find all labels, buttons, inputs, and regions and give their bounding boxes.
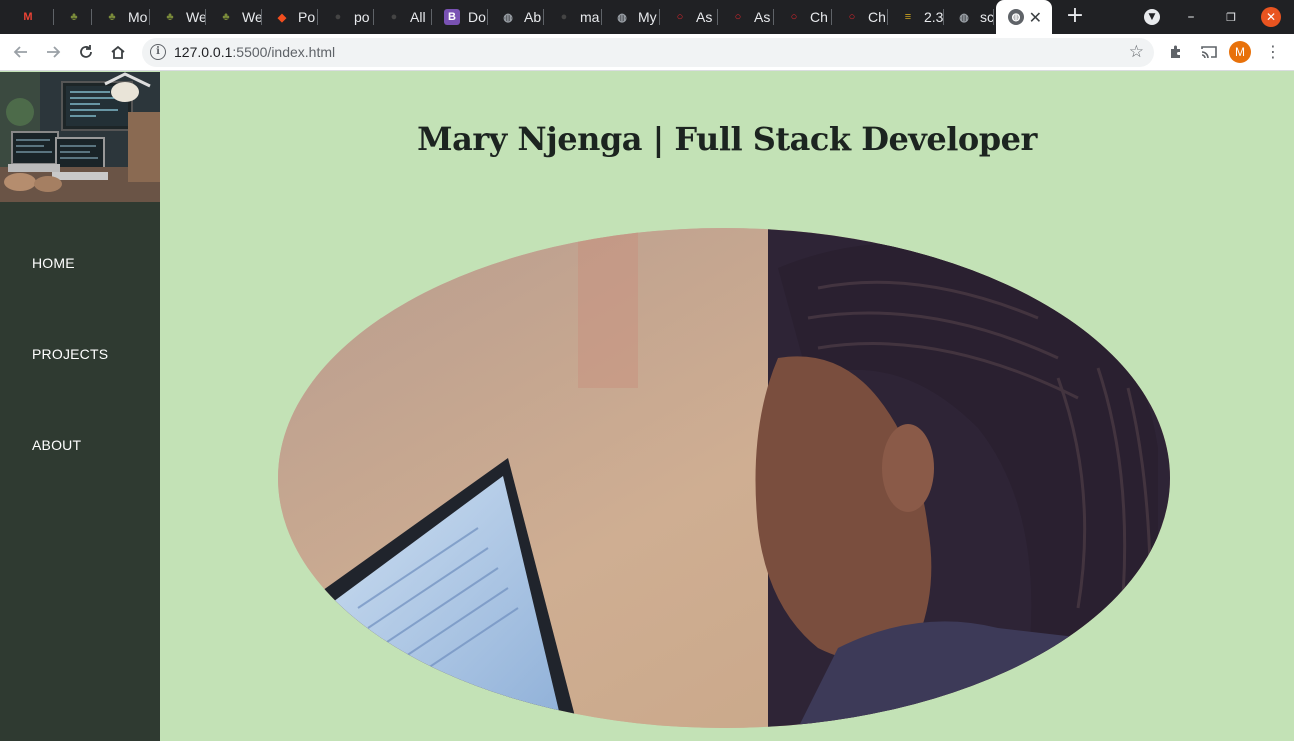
browser-tab[interactable]: ≡ 2.3 [888,0,944,34]
profile-avatar[interactable]: M [1229,41,1251,63]
browser-tab[interactable]: ● All [374,0,432,34]
browser-tab[interactable]: ◍ scr [944,0,994,34]
url-host: 127.0.0.1 [174,44,233,60]
browser-tab[interactable]: ○ As [660,0,718,34]
ring-icon: ○ [734,11,742,23]
globe-icon: ◍ [959,11,969,24]
tab-title: Mo [128,9,148,25]
tab-title: Do [468,9,486,25]
ring-icon: ○ [676,11,684,23]
restore-button[interactable]: ❐ [1220,0,1242,34]
tab-search-button[interactable]: ▼ [1140,0,1164,34]
web-page: HOME PROJECTS ABOUT Mary Njenga | Full S… [0,72,1294,741]
browser-tab[interactable]: M [8,0,54,34]
tab-title: All [410,9,426,25]
gmail-icon: M [23,11,33,23]
forward-button[interactable] [40,39,66,65]
cast-icon [1201,46,1217,59]
tab-title: Ab [524,9,542,25]
tree-icon: ♣ [222,11,230,23]
tab-separator [993,9,994,25]
minimize-button[interactable]: – [1180,0,1202,34]
menu-button[interactable]: ⋮ [1260,39,1286,65]
nav-home[interactable]: HOME [32,255,75,271]
globe-icon: ◍ [617,11,627,24]
puzzle-icon [1171,45,1180,58]
stripes-icon: ≡ [904,11,912,23]
nav-about[interactable]: ABOUT [32,437,81,453]
url-text[interactable]: 127.0.0.1:5500/index.html [174,44,335,60]
tab-title: As [696,9,713,25]
page-title: Mary Njenga | Full Stack Developer [417,120,1037,158]
nav-projects[interactable]: PROJECTS [32,346,108,362]
browser-tab[interactable]: ◆ Po [262,0,318,34]
browser-toolbar: i 127.0.0.1:5500/index.html ☆ M ⋮ [0,34,1294,71]
globe-icon: ◍ [503,11,513,24]
globe-icon: ◍ [1008,9,1024,25]
tab-title: Po [298,9,316,25]
browser-tab[interactable]: ♣ We [150,0,206,34]
tab-title: My [638,9,657,25]
tree-icon: ♣ [166,11,174,23]
home-button[interactable] [105,39,131,65]
close-window-button[interactable]: ✕ [1260,0,1282,34]
profile-photo [278,228,1170,728]
tab-title: We [186,9,206,25]
tab-title: As [754,9,771,25]
active-tab[interactable]: ◍ ✕ [996,0,1052,34]
tab-title: scr [980,9,994,25]
browser-tab[interactable]: ♣ We [206,0,262,34]
browser-tab[interactable]: ● ma [544,0,602,34]
browser-tab[interactable]: ○ Ch [774,0,832,34]
github-icon: ● [560,11,568,23]
chevron-down-icon: ▼ [1144,9,1160,25]
bookmark-star-icon[interactable]: ☆ [1129,42,1144,62]
tab-title: po [354,9,370,25]
browser-tab[interactable]: ○ Ch [832,0,888,34]
cast-button[interactable] [1196,39,1222,65]
url-path: :5500/index.html [232,44,336,60]
forward-arrow-icon [47,46,61,58]
browser-tab[interactable]: ● po [318,0,374,34]
info-icon[interactable]: i [150,44,166,60]
home-icon [111,45,125,59]
browser-tab-strip: M ♣ ♣ Mo ♣ We ♣ We ◆ Po ● po ● All B Do ◍ Ab ● ma ◍ My ○ As ○ As ○… [0,0,1294,34]
tree-icon: ♣ [70,11,78,23]
browser-tab[interactable]: ◍ Ab [488,0,544,34]
back-button[interactable] [8,39,34,65]
extensions-button[interactable] [1163,39,1189,65]
close-icon: ✕ [1261,7,1281,27]
tab-title: We [242,9,262,25]
new-tab-button[interactable]: + [1062,4,1088,30]
address-bar[interactable]: i 127.0.0.1:5500/index.html ☆ [142,38,1154,67]
reload-icon [80,45,92,58]
browser-tab[interactable]: ♣ [54,0,92,34]
tab-title: Ch [810,9,828,25]
tree-icon: ♣ [108,11,116,23]
figma-icon: ◆ [277,11,287,24]
github-icon: ● [334,11,342,23]
workspace-laptops-image [0,72,160,202]
tab-title: Ch [868,9,886,25]
browser-tab[interactable]: ◍ My [602,0,660,34]
bootstrap-icon: B [444,9,460,25]
github-icon: ● [390,11,398,23]
close-tab-icon[interactable]: ✕ [1029,8,1042,28]
back-arrow-icon [13,46,27,58]
browser-tab[interactable]: B Do [432,0,488,34]
browser-tab[interactable]: ♣ Mo [92,0,150,34]
tab-title: ma [580,9,600,25]
ring-icon: ○ [848,11,856,23]
browser-tab[interactable]: ○ As [718,0,774,34]
tab-title: 2.3 [924,9,944,25]
ring-icon: ○ [790,11,798,23]
sidebar: HOME PROJECTS ABOUT [0,72,160,741]
kebab-menu-icon: ⋮ [1265,42,1281,61]
reload-button[interactable] [73,39,99,65]
